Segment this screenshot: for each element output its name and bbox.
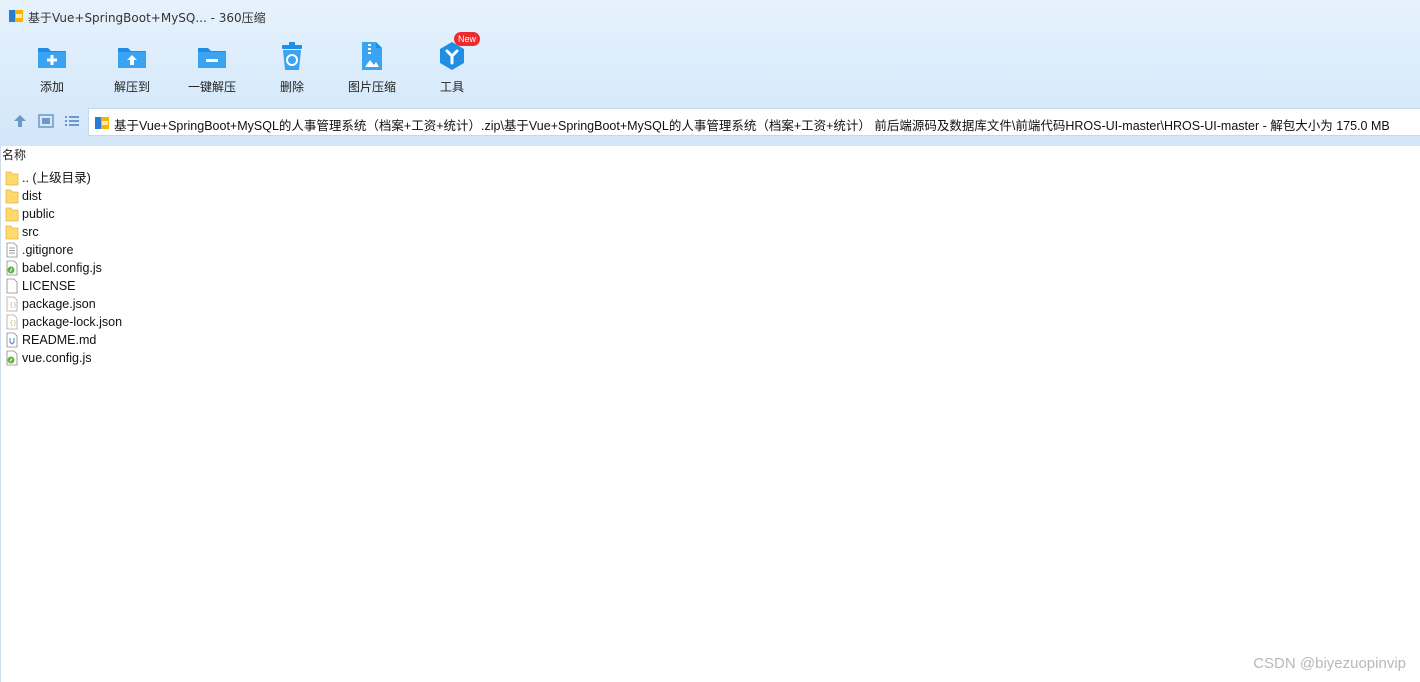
- one-click-extract-button[interactable]: 一键解压: [172, 36, 252, 98]
- add-folder-icon: [38, 48, 66, 68]
- list-item-folder[interactable]: dist: [1, 187, 401, 205]
- extract-to-icon: [118, 48, 146, 68]
- file-name: LICENSE: [22, 279, 76, 293]
- markdown-file-icon: [6, 332, 18, 348]
- folder-icon: [5, 207, 19, 222]
- file-name: dist: [22, 189, 42, 203]
- folder-icon: [5, 225, 19, 240]
- archive-icon: [95, 117, 109, 129]
- one-click-extract-icon: [198, 48, 226, 68]
- file-name: .. (上级目录): [22, 171, 91, 185]
- navigation-bar: 基于Vue+SpringBoot+MySQL的人事管理系统（档案+工资+统计）.…: [0, 106, 1420, 136]
- json-file-icon: {}: [6, 296, 18, 312]
- folder-icon: [5, 189, 19, 204]
- tools-button[interactable]: New 工具: [412, 32, 492, 98]
- tools-label: 工具: [439, 80, 464, 94]
- list-item-parent-dir[interactable]: .. (上级目录): [1, 169, 401, 187]
- file-name: package.json: [22, 297, 96, 311]
- list-item-folder[interactable]: src: [1, 223, 401, 241]
- top-chrome: 基于Vue+SpringBoot+MySQ... - 360压缩 添加 解压到: [0, 0, 1420, 146]
- file-name: vue.config.js: [22, 351, 92, 365]
- delete-button[interactable]: 删除: [252, 36, 332, 98]
- list-view-icon[interactable]: [63, 112, 81, 130]
- thumbnail-view-icon[interactable]: [37, 112, 55, 130]
- list-item-file[interactable]: vue.config.js: [1, 349, 401, 367]
- up-arrow-icon[interactable]: [11, 112, 29, 130]
- app-logo-icon: [9, 10, 23, 22]
- title-bar: 基于Vue+SpringBoot+MySQ... - 360压缩: [0, 0, 1420, 32]
- file-name: public: [22, 207, 55, 221]
- new-badge: New: [454, 32, 480, 46]
- image-compress-icon: [362, 42, 382, 70]
- add-button-label: 添加: [39, 80, 64, 94]
- list-item-file[interactable]: babel.config.js: [1, 259, 401, 277]
- js-file-icon: [6, 260, 18, 276]
- path-bar[interactable]: 基于Vue+SpringBoot+MySQL的人事管理系统（档案+工资+统计）.…: [88, 108, 1420, 136]
- file-name: package-lock.json: [22, 315, 123, 329]
- js-file-icon: [6, 350, 18, 366]
- trash-icon: [282, 42, 302, 70]
- list-item-file[interactable]: .gitignore: [1, 241, 401, 259]
- text-file-icon: [6, 242, 18, 258]
- add-button[interactable]: 添加: [12, 36, 92, 98]
- json-file-icon: {}: [6, 314, 18, 330]
- one-click-extract-label: 一键解压: [187, 80, 236, 94]
- extract-to-label: 解压到: [113, 80, 150, 94]
- list-item-file[interactable]: README.md: [1, 331, 401, 349]
- file-name: README.md: [22, 333, 97, 347]
- column-header-name[interactable]: 名称: [1, 146, 1420, 164]
- blank-file-icon: [6, 278, 18, 294]
- delete-label: 删除: [279, 80, 304, 94]
- list-item-folder[interactable]: public: [1, 205, 401, 223]
- folder-icon: [5, 171, 19, 186]
- image-compress-button[interactable]: 图片压缩: [332, 36, 412, 98]
- image-compress-label: 图片压缩: [347, 80, 396, 94]
- list-item-file[interactable]: {} package.json: [1, 295, 401, 313]
- file-list: 名称 .. (上级目录) dist public src .gitignore …: [0, 146, 1420, 682]
- path-text: 基于Vue+SpringBoot+MySQL的人事管理系统（档案+工资+统计）.…: [114, 119, 1390, 133]
- file-name: .gitignore: [22, 243, 74, 257]
- svg-text:{}: {}: [10, 320, 17, 327]
- file-rows: .. (上级目录) dist public src .gitignore bab…: [1, 169, 401, 367]
- watermark: CSDN @biyezuopinvip: [1253, 655, 1406, 672]
- file-name: babel.config.js: [22, 261, 102, 275]
- svg-text:{}: {}: [10, 302, 17, 309]
- list-item-file[interactable]: {} package-lock.json: [1, 313, 401, 331]
- file-name: src: [22, 225, 39, 239]
- window-title: 基于Vue+SpringBoot+MySQ... - 360压缩: [28, 11, 266, 25]
- extract-to-button[interactable]: 解压到: [92, 36, 172, 98]
- list-item-file[interactable]: LICENSE: [1, 277, 401, 295]
